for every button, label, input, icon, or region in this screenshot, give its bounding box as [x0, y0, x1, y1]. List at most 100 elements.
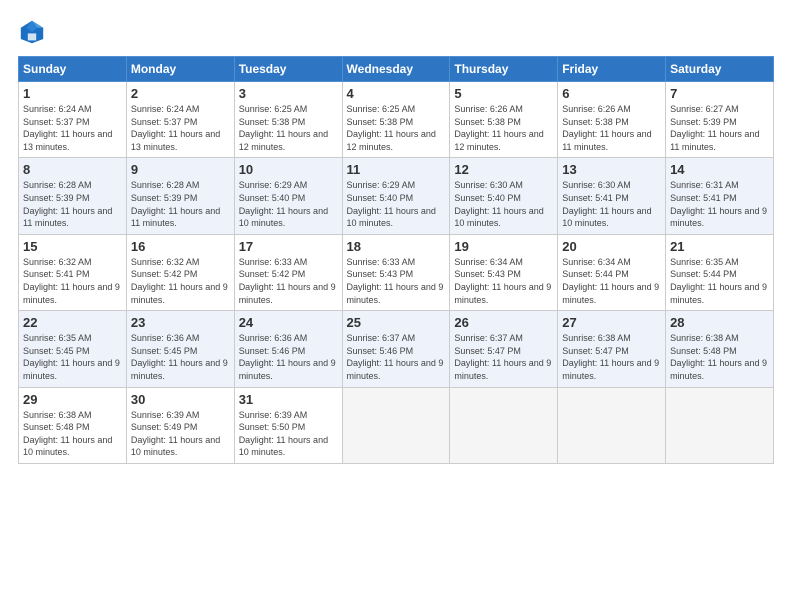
day-header-saturday: Saturday [666, 57, 774, 82]
day-number: 1 [23, 86, 122, 101]
calendar-body: 1 Sunrise: 6:24 AMSunset: 5:37 PMDaylight… [19, 82, 774, 464]
day-info: Sunrise: 6:35 AMSunset: 5:45 PMDaylight:… [23, 332, 122, 382]
calendar-header-row: SundayMondayTuesdayWednesdayThursdayFrid… [19, 57, 774, 82]
calendar-cell: 11 Sunrise: 6:29 AMSunset: 5:40 PMDayligh… [342, 158, 450, 234]
calendar-cell: 28 Sunrise: 6:38 AMSunset: 5:48 PMDayligh… [666, 311, 774, 387]
day-info: Sunrise: 6:30 AMSunset: 5:41 PMDaylight:… [562, 179, 661, 229]
day-info: Sunrise: 6:28 AMSunset: 5:39 PMDaylight:… [23, 179, 122, 229]
day-info: Sunrise: 6:32 AMSunset: 5:42 PMDaylight:… [131, 256, 230, 306]
day-info: Sunrise: 6:38 AMSunset: 5:48 PMDaylight:… [23, 409, 122, 459]
day-info: Sunrise: 6:35 AMSunset: 5:44 PMDaylight:… [670, 256, 769, 306]
day-header-wednesday: Wednesday [342, 57, 450, 82]
day-number: 28 [670, 315, 769, 330]
calendar-cell: 17Sunrise: 6:33 AMSunset: 5:42 PMDayligh… [234, 234, 342, 310]
day-number: 6 [562, 86, 661, 101]
day-info: Sunrise: 6:38 AMSunset: 5:47 PMDaylight:… [562, 332, 661, 382]
calendar-cell: 12 Sunrise: 6:30 AMSunset: 5:40 PMDayligh… [450, 158, 558, 234]
calendar-cell [666, 387, 774, 463]
calendar-cell: 24 Sunrise: 6:36 AMSunset: 5:46 PMDayligh… [234, 311, 342, 387]
day-number: 12 [454, 162, 553, 177]
day-info: Sunrise: 6:29 AMSunset: 5:40 PMDaylight:… [347, 179, 446, 229]
day-info: Sunrise: 6:38 AMSunset: 5:48 PMDaylight:… [670, 332, 769, 382]
day-info: Sunrise: 6:37 AMSunset: 5:46 PMDaylight:… [347, 332, 446, 382]
day-header-thursday: Thursday [450, 57, 558, 82]
day-info: Sunrise: 6:36 AMSunset: 5:45 PMDaylight:… [131, 332, 230, 382]
day-header-friday: Friday [558, 57, 666, 82]
calendar-cell: 19Sunrise: 6:34 AMSunset: 5:43 PMDayligh… [450, 234, 558, 310]
day-number: 31 [239, 392, 338, 407]
day-number: 15 [23, 239, 122, 254]
day-number: 5 [454, 86, 553, 101]
calendar-cell: 23 Sunrise: 6:36 AMSunset: 5:45 PMDayligh… [126, 311, 234, 387]
day-info: Sunrise: 6:34 AMSunset: 5:44 PMDaylight:… [562, 256, 661, 306]
calendar-cell: 2Sunrise: 6:24 AMSunset: 5:37 PMDaylight… [126, 82, 234, 158]
day-info: Sunrise: 6:26 AMSunset: 5:38 PMDaylight:… [454, 103, 553, 153]
day-info: Sunrise: 6:39 AMSunset: 5:49 PMDaylight:… [131, 409, 230, 459]
day-info: Sunrise: 6:31 AMSunset: 5:41 PMDaylight:… [670, 179, 769, 229]
calendar-cell: 7Sunrise: 6:27 AMSunset: 5:39 PMDaylight… [666, 82, 774, 158]
day-number: 23 [131, 315, 230, 330]
calendar-week-4: 22Sunrise: 6:35 AMSunset: 5:45 PMDayligh… [19, 311, 774, 387]
calendar-cell: 21 Sunrise: 6:35 AMSunset: 5:44 PMDayligh… [666, 234, 774, 310]
header [18, 18, 774, 46]
calendar-week-1: 1 Sunrise: 6:24 AMSunset: 5:37 PMDaylight… [19, 82, 774, 158]
calendar-cell: 26Sunrise: 6:37 AMSunset: 5:47 PMDayligh… [450, 311, 558, 387]
calendar-cell: 13 Sunrise: 6:30 AMSunset: 5:41 PMDayligh… [558, 158, 666, 234]
day-info: Sunrise: 6:28 AMSunset: 5:39 PMDaylight:… [131, 179, 230, 229]
calendar-table: SundayMondayTuesdayWednesdayThursdayFrid… [18, 56, 774, 464]
calendar-cell: 5 Sunrise: 6:26 AMSunset: 5:38 PMDaylight… [450, 82, 558, 158]
day-number: 4 [347, 86, 446, 101]
calendar-cell: 15 Sunrise: 6:32 AMSunset: 5:41 PMDayligh… [19, 234, 127, 310]
logo [18, 18, 50, 46]
logo-icon [18, 18, 46, 46]
calendar-cell: 3Sunrise: 6:25 AMSunset: 5:38 PMDaylight… [234, 82, 342, 158]
calendar-cell: 16 Sunrise: 6:32 AMSunset: 5:42 PMDayligh… [126, 234, 234, 310]
day-number: 25 [347, 315, 446, 330]
day-header-sunday: Sunday [19, 57, 127, 82]
calendar-cell: 1 Sunrise: 6:24 AMSunset: 5:37 PMDaylight… [19, 82, 127, 158]
day-number: 11 [347, 162, 446, 177]
day-number: 7 [670, 86, 769, 101]
calendar-cell: 31 Sunrise: 6:39 AMSunset: 5:50 PMDayligh… [234, 387, 342, 463]
day-number: 21 [670, 239, 769, 254]
calendar-cell: 14 Sunrise: 6:31 AMSunset: 5:41 PMDayligh… [666, 158, 774, 234]
calendar-cell: 29 Sunrise: 6:38 AMSunset: 5:48 PMDayligh… [19, 387, 127, 463]
calendar-week-2: 8Sunrise: 6:28 AMSunset: 5:39 PMDaylight… [19, 158, 774, 234]
day-number: 24 [239, 315, 338, 330]
day-info: Sunrise: 6:29 AMSunset: 5:40 PMDaylight:… [239, 179, 338, 229]
calendar-week-3: 15 Sunrise: 6:32 AMSunset: 5:41 PMDayligh… [19, 234, 774, 310]
calendar-cell: 22Sunrise: 6:35 AMSunset: 5:45 PMDayligh… [19, 311, 127, 387]
day-info: Sunrise: 6:25 AMSunset: 5:38 PMDaylight:… [347, 103, 446, 153]
calendar-cell: 8Sunrise: 6:28 AMSunset: 5:39 PMDaylight… [19, 158, 127, 234]
day-info: Sunrise: 6:36 AMSunset: 5:46 PMDaylight:… [239, 332, 338, 382]
day-info: Sunrise: 6:37 AMSunset: 5:47 PMDaylight:… [454, 332, 553, 382]
calendar-cell [450, 387, 558, 463]
day-number: 3 [239, 86, 338, 101]
calendar-cell: 6 Sunrise: 6:26 AMSunset: 5:38 PMDaylight… [558, 82, 666, 158]
day-info: Sunrise: 6:39 AMSunset: 5:50 PMDaylight:… [239, 409, 338, 459]
page: SundayMondayTuesdayWednesdayThursdayFrid… [0, 0, 792, 474]
calendar-cell: 4 Sunrise: 6:25 AMSunset: 5:38 PMDaylight… [342, 82, 450, 158]
calendar-cell: 18 Sunrise: 6:33 AMSunset: 5:43 PMDayligh… [342, 234, 450, 310]
day-info: Sunrise: 6:33 AMSunset: 5:43 PMDaylight:… [347, 256, 446, 306]
day-number: 19 [454, 239, 553, 254]
day-info: Sunrise: 6:24 AMSunset: 5:37 PMDaylight:… [23, 103, 122, 153]
day-number: 17 [239, 239, 338, 254]
day-info: Sunrise: 6:26 AMSunset: 5:38 PMDaylight:… [562, 103, 661, 153]
day-number: 29 [23, 392, 122, 407]
day-info: Sunrise: 6:30 AMSunset: 5:40 PMDaylight:… [454, 179, 553, 229]
calendar-cell: 25 Sunrise: 6:37 AMSunset: 5:46 PMDayligh… [342, 311, 450, 387]
day-info: Sunrise: 6:32 AMSunset: 5:41 PMDaylight:… [23, 256, 122, 306]
day-number: 18 [347, 239, 446, 254]
calendar-cell [342, 387, 450, 463]
day-number: 13 [562, 162, 661, 177]
day-number: 14 [670, 162, 769, 177]
day-number: 27 [562, 315, 661, 330]
calendar-cell [558, 387, 666, 463]
calendar-cell: 27 Sunrise: 6:38 AMSunset: 5:47 PMDayligh… [558, 311, 666, 387]
day-info: Sunrise: 6:24 AMSunset: 5:37 PMDaylight:… [131, 103, 230, 153]
calendar-cell: 30Sunrise: 6:39 AMSunset: 5:49 PMDayligh… [126, 387, 234, 463]
day-number: 16 [131, 239, 230, 254]
calendar-cell: 20Sunrise: 6:34 AMSunset: 5:44 PMDayligh… [558, 234, 666, 310]
calendar-cell: 9Sunrise: 6:28 AMSunset: 5:39 PMDaylight… [126, 158, 234, 234]
